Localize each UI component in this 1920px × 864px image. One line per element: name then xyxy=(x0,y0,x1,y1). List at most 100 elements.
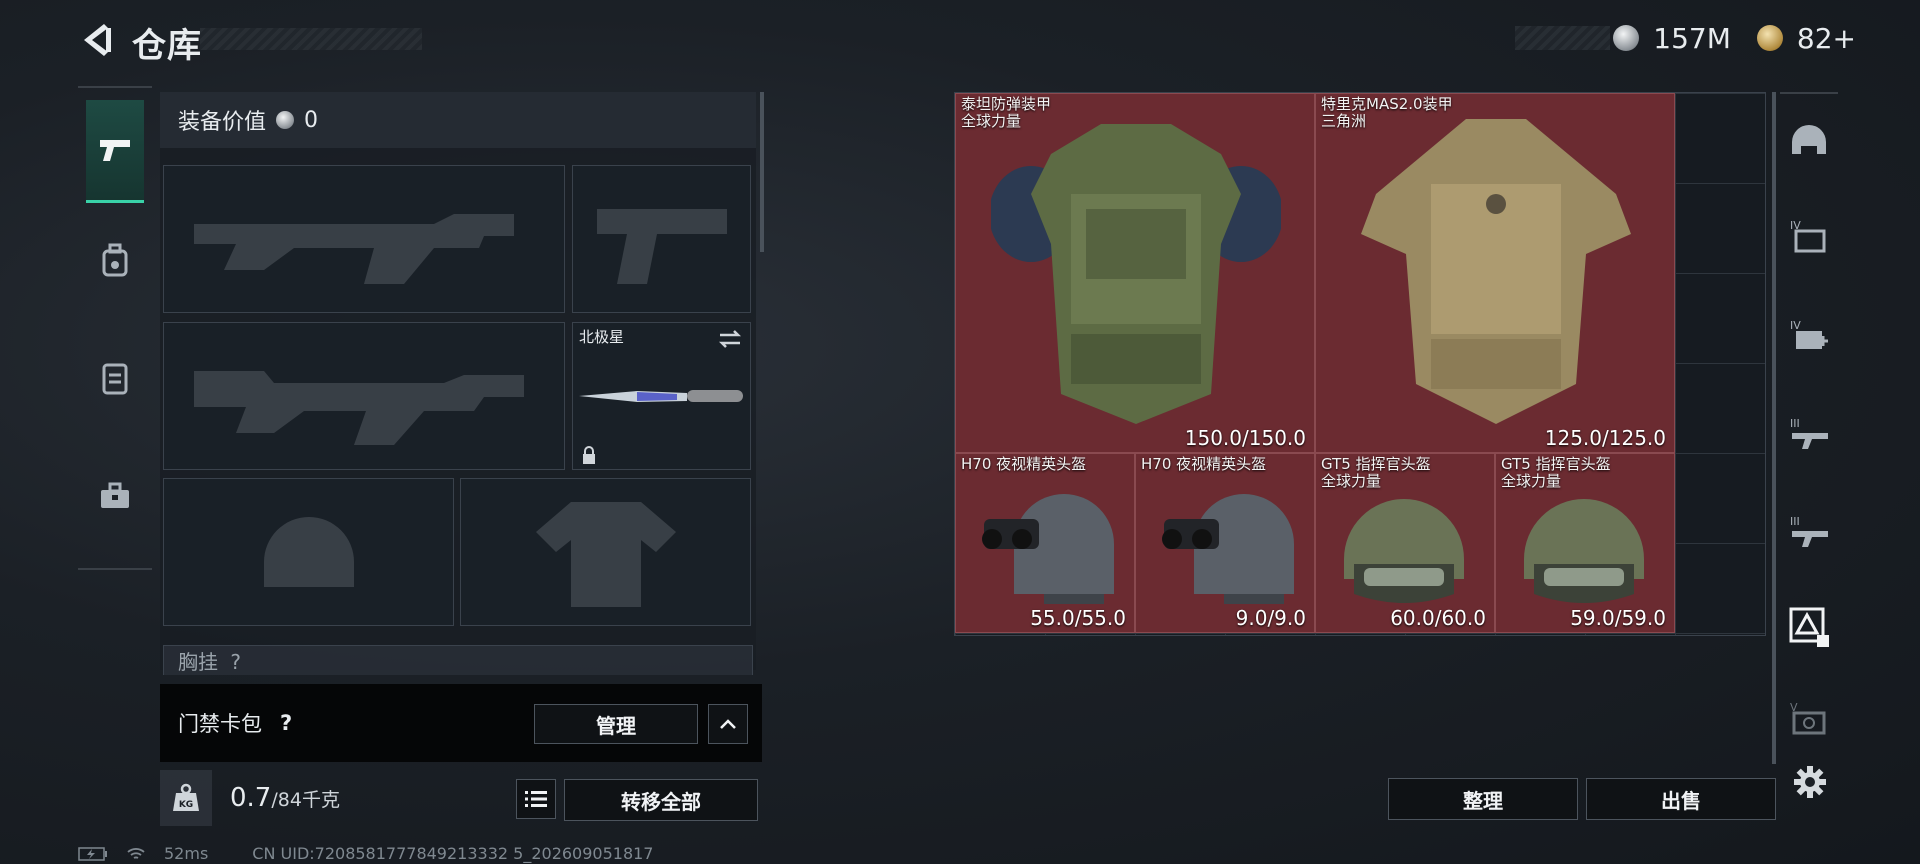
helmet-slot[interactable] xyxy=(163,478,454,626)
sort-button[interactable]: 整理 xyxy=(1388,778,1578,820)
title-stripe xyxy=(200,28,422,50)
collapse-button[interactable] xyxy=(708,704,748,744)
back-button[interactable] xyxy=(78,20,114,60)
capacity-max: /84千克 xyxy=(271,789,340,811)
night-vision-helmet-icon xyxy=(1162,494,1294,604)
helmet-silhouette-icon xyxy=(164,479,453,625)
pistol-slot[interactable] xyxy=(572,165,751,313)
storage-item[interactable]: GT5 指挥官头盔 全球力量 59.0/59.0 xyxy=(1495,453,1675,633)
pistol-icon xyxy=(100,140,130,161)
chest-rig-row[interactable]: 胸挂 ? xyxy=(163,645,753,675)
filter-weapon-iii[interactable]: III xyxy=(1784,508,1834,558)
rifle-silhouette-icon xyxy=(164,323,564,469)
status-line: 52ms CN UID:7208581777849213332 5_202609… xyxy=(78,844,653,863)
capacity-current: 0.7 xyxy=(230,783,272,813)
storage-item[interactable]: GT5 指挥官头盔 全球力量 60.0/60.0 xyxy=(1315,453,1495,633)
currency-amount-2[interactable]: 82+ xyxy=(1797,22,1856,55)
camo-body-armor-icon xyxy=(1361,119,1631,424)
nav-backpack[interactable] xyxy=(86,210,144,310)
toolbox-icon xyxy=(101,482,129,508)
ping-readout: 52ms xyxy=(164,844,209,863)
item-durability: 60.0/60.0 xyxy=(1390,606,1486,630)
item-durability: 150.0/150.0 xyxy=(1184,426,1306,450)
knife-icon xyxy=(579,390,743,402)
container-v-icon: V xyxy=(1790,701,1826,735)
storage-item[interactable]: 特里克MAS2.0装甲 三角洲 125.0/125.0 xyxy=(1315,93,1675,453)
item-subtitle: 全球力量 xyxy=(1501,472,1562,490)
item-name: GT5 指挥官头盔 xyxy=(1321,455,1431,473)
filter-container-v[interactable]: V xyxy=(1784,694,1834,744)
keycard-bar: 门禁卡包 ? 管理 xyxy=(160,684,762,762)
night-vision-helmet-icon xyxy=(982,494,1114,604)
secondary-weapon-slot[interactable] xyxy=(163,322,565,470)
swap-icon[interactable] xyxy=(718,329,742,349)
storage-grid[interactable]: 泰坦防弹装甲 全球力量 150.0/150.0 特里克MAS2.0装甲 三角洲 12… xyxy=(954,92,1766,636)
melee-name: 北极星 xyxy=(579,328,625,346)
primary-weapon-slot[interactable] xyxy=(163,165,565,313)
back-arrow-icon xyxy=(84,24,111,56)
storage-scrollbar[interactable] xyxy=(1772,92,1776,764)
item-name: H70 夜视精英头盔 xyxy=(1141,455,1267,473)
silver-coin-icon xyxy=(1613,25,1640,51)
list-icon xyxy=(525,791,547,807)
storage-filter-nav: IV IV III III V xyxy=(1780,92,1838,768)
equipment-value-label: 装备价值 xyxy=(178,110,267,135)
nav-weapons[interactable] xyxy=(86,100,144,203)
gold-coin-icon xyxy=(1756,25,1783,51)
svg-text:KG: KG xyxy=(179,800,193,810)
battery-charging-icon xyxy=(78,846,107,861)
page-title: 仓库 xyxy=(132,26,202,66)
uid-readout: CN UID:7208581777849213332 5_20260905181… xyxy=(252,844,654,863)
category-nav xyxy=(78,86,152,570)
rifle-iii-icon: III xyxy=(1790,417,1828,449)
item-name: GT5 指挥官头盔 xyxy=(1501,455,1611,473)
chevron-up-icon xyxy=(720,719,736,729)
settings-button[interactable] xyxy=(1790,762,1830,802)
chest-rig-label: 胸挂 xyxy=(178,650,218,674)
vest-icon xyxy=(102,363,128,395)
filter-armor-active[interactable] xyxy=(1784,602,1834,652)
item-subtitle: 全球力量 xyxy=(1321,472,1382,490)
tier-label: III xyxy=(1790,515,1800,528)
keycard-help-icon[interactable]: ? xyxy=(280,711,292,735)
commander-helmet-icon xyxy=(1524,499,1644,603)
commander-helmet-icon xyxy=(1344,499,1464,603)
currency-amount-1: 157M xyxy=(1653,21,1731,55)
filter-rifle-iii[interactable]: III xyxy=(1784,410,1834,460)
sell-button[interactable]: 出售 xyxy=(1586,778,1776,820)
storage-item[interactable]: H70 夜视精英头盔 9.0/9.0 xyxy=(1135,453,1315,633)
keycard-label: 门禁卡包 xyxy=(178,712,262,736)
weapon-iii-icon: III xyxy=(1790,515,1828,547)
filter-helmet[interactable] xyxy=(1784,116,1834,166)
helmet-icon xyxy=(1792,125,1826,154)
melee-slot[interactable]: 北极星 xyxy=(572,322,751,470)
currency-bar: 157M 82+ xyxy=(1613,18,1856,58)
manage-button[interactable]: 管理 xyxy=(534,704,698,744)
item-durability: 9.0/9.0 xyxy=(1235,606,1306,630)
container-iv-icon: IV xyxy=(1790,219,1826,253)
silver-coin-icon xyxy=(276,111,295,129)
item-durability: 59.0/59.0 xyxy=(1570,606,1666,630)
pistol-silhouette-icon xyxy=(573,166,750,312)
nav-toolbox[interactable] xyxy=(86,446,144,546)
item-durability: 125.0/125.0 xyxy=(1544,426,1666,450)
filter-medical-iv[interactable]: IV xyxy=(1784,312,1834,362)
capacity-bar: KG 0.7/84千克 转移全部 xyxy=(160,770,762,826)
filter-case-iv[interactable]: IV xyxy=(1784,212,1834,262)
storage-item[interactable]: H70 夜视精英头盔 55.0/55.0 xyxy=(955,453,1135,633)
transfer-all-button[interactable]: 转移全部 xyxy=(564,779,758,821)
storage-item[interactable]: 泰坦防弹装甲 全球力量 150.0/150.0 xyxy=(955,93,1315,453)
armor-slot[interactable] xyxy=(460,478,751,626)
armor-filter-icon xyxy=(1789,607,1829,647)
lock-icon xyxy=(583,446,595,464)
tier-label: III xyxy=(1790,417,1800,430)
gear-icon xyxy=(1794,766,1826,798)
list-view-button[interactable] xyxy=(516,779,556,819)
body-armor-icon xyxy=(991,124,1281,424)
tier-label: IV xyxy=(1790,319,1801,332)
wifi-icon xyxy=(127,847,145,859)
equipment-scrollbar[interactable] xyxy=(760,92,764,252)
item-durability: 55.0/55.0 xyxy=(1030,606,1126,630)
capacity-readout: 0.7/84千克 xyxy=(230,783,340,813)
nav-vest[interactable] xyxy=(86,328,144,428)
